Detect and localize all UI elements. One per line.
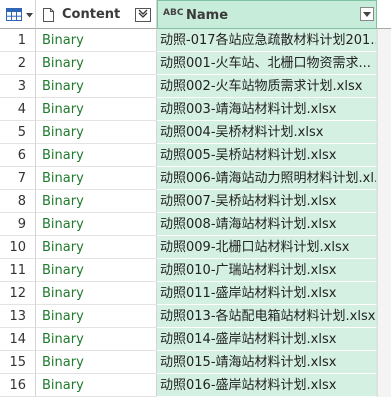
row-number[interactable]: 10 [0,236,36,259]
row-number[interactable]: 12 [0,282,36,305]
name-cell[interactable]: 动照013-各站配电箱站材料计划.xlsx [157,305,377,328]
content-cell-binary-link[interactable]: Binary [36,52,157,75]
scrollbar-track[interactable] [377,305,391,328]
file-icon [43,8,54,22]
content-cell-binary-link[interactable]: Binary [36,75,157,98]
content-cell-binary-link[interactable]: Binary [36,259,157,282]
row-number[interactable]: 4 [0,98,36,121]
scrollbar-track[interactable] [377,121,391,144]
content-cell-binary-link[interactable]: Binary [36,29,157,52]
name-cell[interactable]: 动照009-北栅口站材料计划.xlsx [157,236,377,259]
row-number[interactable]: 14 [0,328,36,351]
scrollbar-track[interactable] [377,190,391,213]
row-number[interactable]: 2 [0,52,36,75]
row-number[interactable]: 1 [0,29,36,52]
scrollbar-track[interactable] [377,213,391,236]
name-cell[interactable]: 动照007-吴桥站材料计划.xlsx [157,190,377,213]
name-cell[interactable]: 动照016-盛岸站材料计划.xlsx [157,374,377,397]
content-cell-binary-link[interactable]: Binary [36,374,157,397]
row-number[interactable]: 11 [0,259,36,282]
row-number[interactable]: 3 [0,75,36,98]
text-type-icon[interactable]: ABC [163,8,183,18]
chevron-down-icon [363,12,371,17]
name-cell[interactable]: 动照011-盛岸站材料计划.xlsx [157,282,377,305]
query-data-grid: Content ABC Name 1 Binary 动照-017各站应急疏散材料计划… [0,0,391,400]
row-number[interactable]: 7 [0,167,36,190]
content-cell-binary-link[interactable]: Binary [36,121,157,144]
scrollbar-track[interactable] [377,144,391,167]
scrollbar-track[interactable] [377,259,391,282]
table-menu-button[interactable] [0,0,36,29]
filter-dropdown-button[interactable] [360,7,374,21]
content-cell-binary-link[interactable]: Binary [36,144,157,167]
scrollbar-track[interactable] [377,29,391,52]
content-cell-binary-link[interactable]: Binary [36,236,157,259]
name-cell[interactable]: 动照015-靖海站材料计划.xlsx [157,351,377,374]
content-cell-binary-link[interactable]: Binary [36,167,157,190]
row-number[interactable]: 5 [0,121,36,144]
content-cell-binary-link[interactable]: Binary [36,305,157,328]
row-number[interactable]: 13 [0,305,36,328]
scrollbar-track[interactable] [377,98,391,121]
name-cell[interactable]: 动照010-广瑞站材料计划.xlsx [157,259,377,282]
row-number[interactable]: 9 [0,213,36,236]
scrollbar-track[interactable] [377,328,391,351]
column-header-content[interactable]: Content [36,0,157,29]
column-header-name[interactable]: ABC Name [157,0,377,29]
name-cell[interactable]: 动照008-靖海站材料计划.xlsx [157,213,377,236]
content-cell-binary-link[interactable]: Binary [36,98,157,121]
scrollbar-track[interactable] [377,374,391,397]
row-number[interactable]: 15 [0,351,36,374]
expand-columns-icon[interactable] [135,8,151,22]
row-number[interactable]: 16 [0,374,36,397]
scrollbar-header [377,0,391,29]
scrollbar-track[interactable] [377,351,391,374]
name-cell[interactable]: 动照002-火车站物质需求计划.xlsx [157,75,377,98]
row-number[interactable]: 8 [0,190,36,213]
scrollbar-track[interactable] [377,236,391,259]
name-cell[interactable]: 动照001-火车站、北栅口物资需求... [157,52,377,75]
table-icon[interactable] [6,8,26,22]
row-number[interactable]: 6 [0,144,36,167]
chevron-down-icon[interactable] [26,13,33,18]
scrollbar-track[interactable] [377,75,391,98]
name-cell[interactable]: 动照006-靖海站动力照明材料计划.xl... [157,167,377,190]
scrollbar-track[interactable] [377,167,391,190]
content-cell-binary-link[interactable]: Binary [36,190,157,213]
content-cell-binary-link[interactable]: Binary [36,213,157,236]
content-cell-binary-link[interactable]: Binary [36,351,157,374]
scrollbar-track[interactable] [377,282,391,305]
name-cell[interactable]: 动照004-吴桥材料计划.xlsx [157,121,377,144]
column-header-label: Name [186,8,229,23]
scrollbar-track[interactable] [377,52,391,75]
name-cell[interactable]: 动照-017各站应急疏散材料计划201... [157,29,377,52]
name-cell[interactable]: 动照014-盛岸站材料计划.xlsx [157,328,377,351]
content-cell-binary-link[interactable]: Binary [36,328,157,351]
name-cell[interactable]: 动照005-吴桥站材料计划.xlsx [157,144,377,167]
column-header-label: Content [62,7,121,22]
name-cell[interactable]: 动照003-靖海站材料计划.xlsx [157,98,377,121]
content-cell-binary-link[interactable]: Binary [36,282,157,305]
